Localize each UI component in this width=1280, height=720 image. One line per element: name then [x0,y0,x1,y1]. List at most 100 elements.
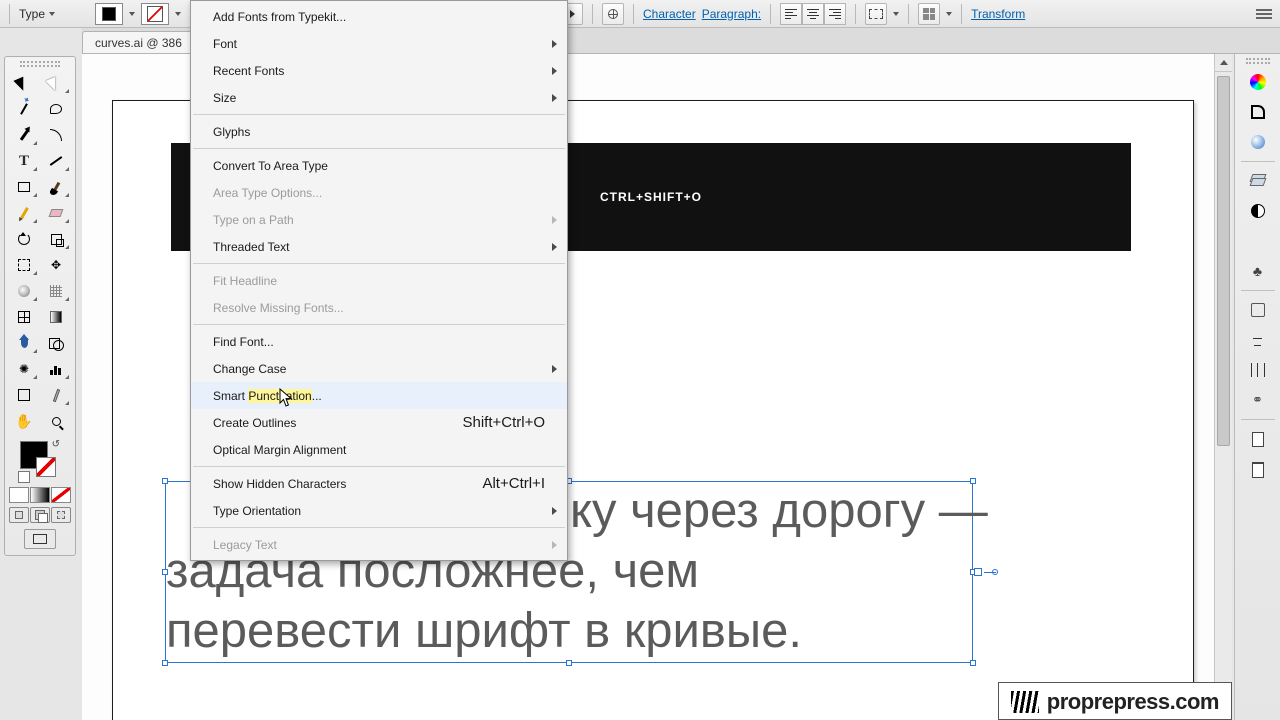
menu-item-find-font[interactable]: Find Font... [191,328,567,355]
selection-handle[interactable] [162,569,168,575]
transform-panel-link[interactable]: Transform [971,7,1025,21]
menu-item-type-orientation[interactable]: Type Orientation [191,497,567,524]
menu-item-convert-to-area-type[interactable]: Convert To Area Type [191,152,567,179]
swap-fill-stroke-icon[interactable]: ↺ [52,439,60,450]
links-panel-button[interactable]: ⚭ [1241,386,1275,414]
area-type-options-button[interactable] [865,3,887,25]
symbol-sprayer-tool[interactable]: ✺ [9,357,39,381]
direct-selection-tool[interactable] [41,71,71,95]
selection-handle[interactable] [566,660,572,666]
eraser-tool[interactable] [41,201,71,225]
menu-item-create-outlines[interactable]: Create OutlinesShift+Ctrl+O [191,409,567,436]
perspective-grid-tool[interactable] [41,279,71,303]
menu-item-threaded-text[interactable]: Threaded Text [191,233,567,260]
stroke-indicator[interactable] [36,457,56,477]
align-left-button[interactable] [780,3,802,25]
column-graph-tool[interactable] [41,357,71,381]
blend-tool[interactable] [41,331,71,355]
scale-tool[interactable] [41,227,71,251]
default-fill-stroke[interactable] [18,471,30,483]
menu-item-smart-punctuation[interactable]: Smart Punctuation... [191,382,567,409]
fill-swatch[interactable] [95,3,123,25]
menu-item-font[interactable]: Font [191,30,567,57]
curvature-tool[interactable] [41,123,71,147]
stroke-swatch[interactable] [141,3,169,25]
vertical-scrollbar[interactable] [1214,54,1232,702]
artboard-tool[interactable] [9,383,39,407]
scroll-thumb[interactable] [1217,76,1230,446]
magic-wand-tool[interactable] [9,97,39,121]
menu-item-show-hidden-characters[interactable]: Show Hidden CharactersAlt+Ctrl+I [191,470,567,497]
submenu-arrow-icon [552,94,557,102]
zoom-tool[interactable] [41,409,71,433]
artboards-panel-button[interactable] [1241,425,1275,453]
type-tool[interactable]: T [9,149,39,173]
character-panel-link[interactable]: Character [643,7,696,21]
color-panel-button[interactable] [1241,68,1275,96]
hand-tool[interactable]: ✋ [9,409,39,433]
pen-tool[interactable] [9,123,39,147]
text-out-port[interactable] [974,568,982,576]
draw-behind-button[interactable] [30,507,50,523]
none-mode-button[interactable] [51,487,71,503]
mask-icon [1251,204,1265,218]
panel-grip[interactable] [1246,58,1270,64]
brushes-panel-button[interactable] [1241,296,1275,324]
brush-icon [1251,303,1265,317]
rotate-tool[interactable] [9,227,39,251]
symbols-panel-button[interactable]: ♣ [1241,257,1275,285]
screen-mode-button[interactable] [24,529,56,549]
line-segment-tool[interactable] [41,149,71,173]
draw-inside-button[interactable] [51,507,71,523]
free-transform-tool[interactable]: ✥ [41,253,71,277]
menu-item-size[interactable]: Size [191,84,567,111]
gradient-mode-button[interactable] [30,487,50,503]
layers-panel-button[interactable] [1241,167,1275,195]
menu-item-recent-fonts[interactable]: Recent Fonts [191,57,567,84]
chevron-down-icon[interactable] [129,12,135,16]
slice-tool[interactable] [41,383,71,407]
chevron-down-icon[interactable] [946,12,952,16]
selection-handle[interactable] [162,660,168,666]
align-right-button[interactable] [824,3,846,25]
eyedropper-tool[interactable] [9,331,39,355]
control-bar-menu-icon[interactable] [1256,9,1272,19]
selection-handle[interactable] [970,478,976,484]
selection-tool[interactable] [9,71,39,95]
paragraph-panel-button[interactable] [1241,326,1275,354]
rectangle-tool[interactable] [9,175,39,199]
menu-item-change-case[interactable]: Change Case [191,355,567,382]
web-preview-button[interactable] [602,3,624,25]
menu-item-area-type-options: Area Type Options... [191,179,567,206]
menu-item-add-fonts-from-typekit[interactable]: Add Fonts from Typekit... [191,3,567,30]
panel-grip[interactable] [20,61,60,67]
draw-normal-button[interactable] [9,507,29,523]
color-guide-panel-button[interactable] [1241,128,1275,156]
fill-stroke-indicator[interactable]: ↺ [18,439,62,483]
pencil-tool[interactable] [9,201,39,225]
shape-panel-button[interactable] [1241,98,1275,126]
text-thread-port[interactable] [992,569,998,575]
paintbrush-tool[interactable] [41,175,71,199]
libraries-panel-button[interactable] [1241,455,1275,483]
menu-item-optical-margin-alignment[interactable]: Optical Margin Alignment [191,436,567,463]
color-mode-button[interactable] [9,487,29,503]
scroll-up-button[interactable] [1215,54,1232,72]
width-tool[interactable] [9,253,39,277]
document-tab[interactable]: curves.ai @ 386 [82,31,195,53]
chevron-down-icon[interactable] [893,12,899,16]
menu-item-glyphs[interactable]: Glyphs [191,118,567,145]
transparency-panel-button[interactable] [1241,197,1275,225]
shape-builder-tool[interactable] [9,279,39,303]
align-panel-button[interactable] [1241,356,1275,384]
swatches-panel-button[interactable] [1241,227,1275,255]
align-panel-button[interactable] [918,3,940,25]
selection-handle[interactable] [162,478,168,484]
mesh-tool[interactable] [9,305,39,329]
paragraph-panel-link[interactable]: Paragraph: [702,7,761,21]
gradient-tool[interactable] [41,305,71,329]
selection-handle[interactable] [970,660,976,666]
chevron-down-icon[interactable] [175,12,181,16]
lasso-tool[interactable] [41,97,71,121]
align-center-button[interactable] [802,3,824,25]
